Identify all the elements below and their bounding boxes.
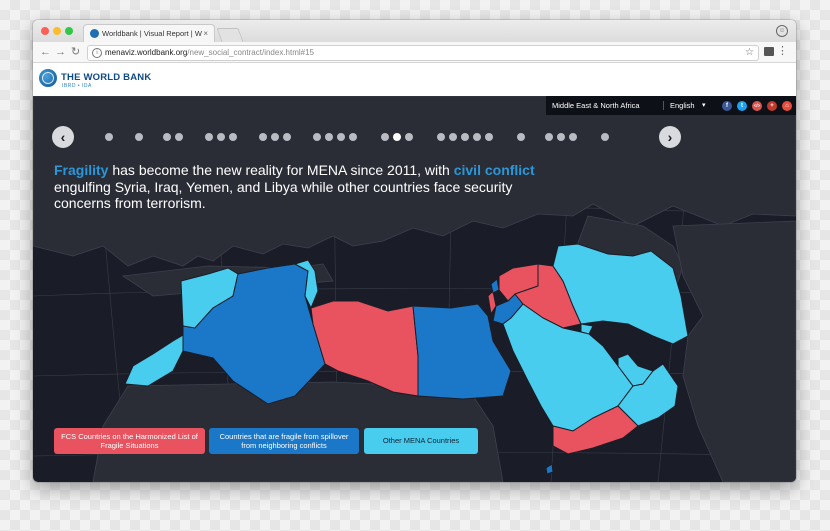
headline-text-1: has become the new reality for MENA sinc…	[108, 162, 454, 178]
headline-text-2: engulfing Syria, Iraq, Yemen, and Libya …	[54, 178, 513, 212]
slide-dot[interactable]	[163, 133, 171, 141]
brand-name[interactable]: THE WORLD BANK	[61, 72, 151, 83]
browser-menu-icon[interactable]: ⋮	[777, 44, 788, 58]
bookmark-star-icon[interactable]: ☆	[745, 46, 754, 60]
slide-dot[interactable]	[105, 133, 113, 141]
slide-dot[interactable]	[175, 133, 183, 141]
legend-other-mena-countries[interactable]: Other MENA Countries	[364, 428, 478, 454]
slide-dot[interactable]	[557, 133, 565, 141]
slide-dot[interactable]	[437, 133, 445, 141]
slide-dot[interactable]	[205, 133, 213, 141]
brand-subtitle: IBRD • IDA	[62, 83, 92, 89]
prev-slide-arrow-icon[interactable]: ‹	[52, 126, 74, 148]
share-icon[interactable]: +	[767, 101, 777, 111]
embed-icon[interactable]: </>	[752, 101, 762, 111]
background-land	[33, 96, 796, 482]
next-slide-arrow-icon[interactable]: ›	[659, 126, 681, 148]
worldbank-favicon-icon	[90, 29, 99, 38]
url-text[interactable]: menaviz.worldbank.org/new_social_contrac…	[105, 46, 314, 60]
minimize-window-button[interactable]	[53, 27, 61, 35]
slide-dot[interactable]	[485, 133, 493, 141]
slide-dot[interactable]	[229, 133, 237, 141]
tab-close-icon[interactable]: ×	[203, 25, 208, 43]
site-info-icon[interactable]: i	[92, 48, 102, 58]
slide-dot[interactable]	[461, 133, 469, 141]
forward-button[interactable]: →	[55, 45, 66, 59]
slide-dot[interactable]	[313, 133, 321, 141]
mena-map	[33, 96, 796, 482]
language-chevron-icon[interactable]: ▾	[702, 96, 706, 115]
new-tab-button[interactable]	[216, 28, 244, 42]
browser-tab[interactable]: Worldbank | Visual Report | W ×	[83, 24, 215, 43]
address-bar[interactable]: i menaviz.worldbank.org/new_social_contr…	[87, 45, 759, 61]
slide-dot[interactable]	[337, 133, 345, 141]
visualization-panel: Middle East & North Africa English ▾ f t…	[33, 96, 796, 482]
slide-dot[interactable]	[283, 133, 291, 141]
browser-window: Worldbank | Visual Report | W × ☺ ← → ↻ …	[33, 20, 796, 482]
url-path: /new_social_contract/index.html#15	[187, 48, 315, 57]
slide-dot[interactable]	[135, 133, 143, 141]
slide-dot[interactable]	[381, 133, 389, 141]
slide-dot[interactable]	[217, 133, 225, 141]
site-header: THE WORLD BANK IBRD • IDA	[33, 63, 796, 96]
legend-fcs-countries[interactable]: FCS Countries on the Harmonized List of …	[54, 428, 205, 454]
world-bank-logo-icon[interactable]	[39, 69, 57, 87]
slide-dot[interactable]	[449, 133, 457, 141]
tab-title: Worldbank | Visual Report | W	[102, 29, 202, 38]
headline-highlight-civil-conflict: civil conflict	[453, 162, 535, 178]
maximize-window-button[interactable]	[65, 27, 73, 35]
slide-headline: Fragility has become the new reality for…	[54, 162, 549, 212]
url-host: menaviz.worldbank.org	[105, 48, 188, 57]
slide-dot[interactable]	[271, 133, 279, 141]
title-bar: Worldbank | Visual Report | W × ☺	[33, 20, 796, 43]
legend-spillover-countries[interactable]: Countries that are fragile from spillove…	[209, 428, 359, 454]
slide-dot[interactable]	[545, 133, 553, 141]
region-selector[interactable]: Middle East & North Africa	[552, 96, 640, 115]
slide-dot-active[interactable]	[393, 133, 401, 141]
country-lebanon[interactable]	[490, 278, 500, 294]
slide-dot[interactable]	[259, 133, 267, 141]
slide-dot[interactable]	[473, 133, 481, 141]
back-button[interactable]: ←	[40, 45, 51, 59]
twitter-icon[interactable]: t	[737, 101, 747, 111]
slide-dot[interactable]	[405, 133, 413, 141]
browser-toolbar: ← → ↻ i menaviz.worldbank.org/new_social…	[33, 42, 796, 63]
region-bar: Middle East & North Africa English ▾ f t…	[546, 96, 796, 115]
profile-icon[interactable]: ☺	[776, 25, 788, 37]
region-divider	[663, 101, 664, 110]
headline-highlight-fragility: Fragility	[54, 162, 109, 178]
slide-dot[interactable]	[349, 133, 357, 141]
extension-icon[interactable]	[764, 47, 774, 56]
language-selector[interactable]: English	[670, 96, 695, 115]
slide-dot[interactable]	[325, 133, 333, 141]
home-icon[interactable]: ⌂	[782, 101, 792, 111]
facebook-icon[interactable]: f	[722, 101, 732, 111]
country-djibouti[interactable]	[545, 463, 554, 475]
slide-dot[interactable]	[569, 133, 577, 141]
slide-dot[interactable]	[601, 133, 609, 141]
slide-dot[interactable]	[517, 133, 525, 141]
close-window-button[interactable]	[41, 27, 49, 35]
reload-button[interactable]: ↻	[71, 45, 80, 59]
